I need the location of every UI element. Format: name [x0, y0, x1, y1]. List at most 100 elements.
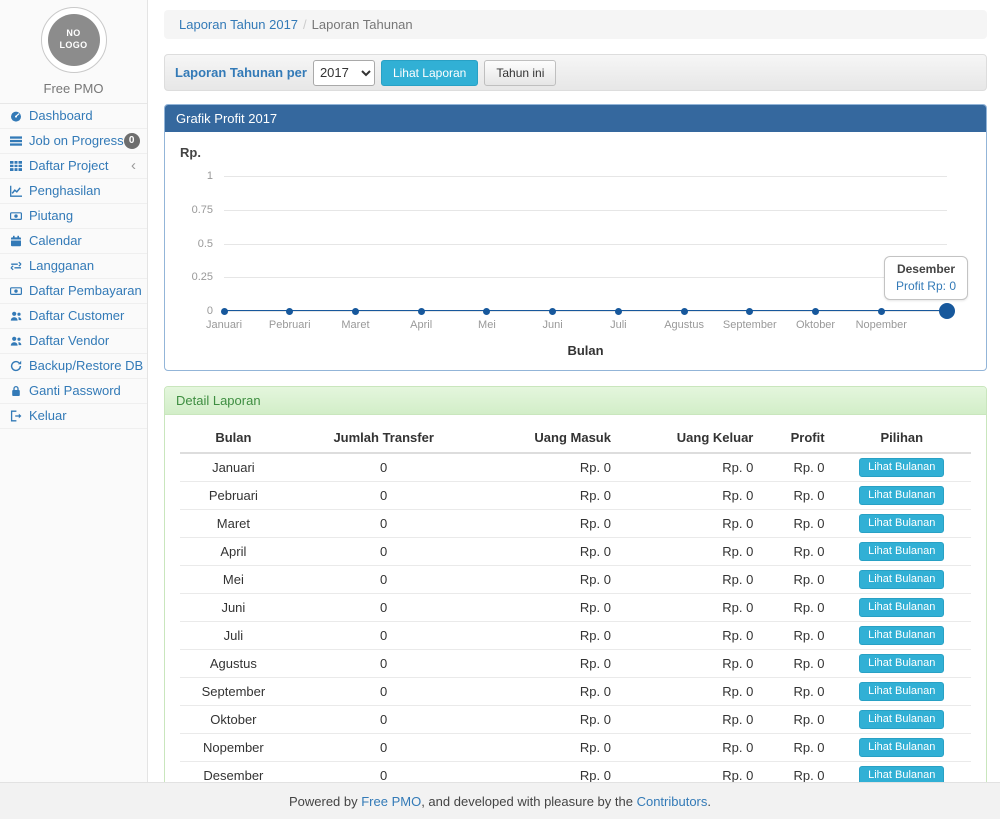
cell-profit: Rp. 0	[761, 622, 832, 650]
this-year-button[interactable]: Tahun ini	[484, 60, 556, 86]
sidebar-item-daftar-project[interactable]: Daftar Project‹	[0, 154, 147, 179]
chart-point-desember[interactable]	[939, 303, 955, 319]
lihat-bulanan-button[interactable]: Lihat Bulanan	[859, 570, 944, 589]
sidebar-item-daftar-customer[interactable]: Daftar Customer	[0, 304, 147, 329]
cell-uang-keluar: Rp. 0	[619, 594, 761, 622]
chart-y-tick: 0.75	[173, 204, 213, 216]
lihat-bulanan-button[interactable]: Lihat Bulanan	[859, 654, 944, 673]
cell-uang-masuk: Rp. 0	[481, 706, 619, 734]
cell-uang-keluar: Rp. 0	[619, 453, 761, 482]
cell-pilihan: Lihat Bulanan	[833, 482, 971, 510]
sidebar-item-penghasilan[interactable]: Penghasilan	[0, 179, 147, 204]
chart-point-pebruari[interactable]	[286, 308, 293, 315]
lihat-bulanan-button[interactable]: Lihat Bulanan	[859, 710, 944, 729]
report-row-oktober: Oktober0Rp. 0Rp. 0Rp. 0Lihat Bulanan	[180, 706, 971, 734]
cell-uang-masuk: Rp. 0	[481, 594, 619, 622]
chart-x-tick: Maret	[341, 319, 369, 331]
detail-panel-title: Detail Laporan	[165, 387, 986, 415]
brand: NO LOGO Free PMO	[0, 0, 147, 96]
money-icon	[10, 285, 24, 297]
cell-pilihan: Lihat Bulanan	[833, 650, 971, 678]
lihat-bulanan-button[interactable]: Lihat Bulanan	[859, 738, 944, 757]
footer-link-freepmo[interactable]: Free PMO	[361, 794, 421, 809]
cell-uang-masuk: Rp. 0	[481, 734, 619, 762]
sidebar-item-dashboard[interactable]: Dashboard	[0, 104, 147, 129]
sidebar-item-daftar-pembayaran[interactable]: Daftar Pembayaran	[0, 279, 147, 304]
filter-label: Laporan Tahunan per	[175, 65, 307, 80]
chart-x-tick: Oktober	[796, 319, 835, 331]
chart-plot-area: Desember Profit Rp: 0 10.750.50.250	[224, 176, 947, 311]
cell-pilihan: Lihat Bulanan	[833, 538, 971, 566]
sign-out-icon	[10, 410, 24, 422]
lihat-bulanan-button[interactable]: Lihat Bulanan	[859, 598, 944, 617]
sidebar-item-label: Dashboard	[29, 108, 93, 124]
chart-point-juni[interactable]	[549, 308, 556, 315]
cell-jumlah-transfer: 0	[287, 706, 481, 734]
chart-point-juli[interactable]	[615, 308, 622, 315]
tachometer-icon	[10, 110, 24, 122]
chart-x-tick: Juli	[610, 319, 627, 331]
retweet-icon	[10, 260, 24, 272]
sidebar-item-label: Penghasilan	[29, 183, 101, 199]
sidebar-item-job-on-progress[interactable]: Job on Progress0	[0, 129, 147, 154]
sidebar-item-label: Calendar	[29, 233, 82, 249]
chart-point-mei[interactable]	[483, 308, 490, 315]
sidebar-item-backup-restore-db[interactable]: Backup/Restore DB	[0, 354, 147, 379]
lihat-bulanan-button[interactable]: Lihat Bulanan	[859, 542, 944, 561]
chart-point-maret[interactable]	[352, 308, 359, 315]
lihat-bulanan-button[interactable]: Lihat Bulanan	[859, 486, 944, 505]
column-header-pilihan: Pilihan	[833, 423, 971, 453]
year-select[interactable]: 2017	[313, 60, 375, 86]
sidebar-item-piutang[interactable]: Piutang	[0, 204, 147, 229]
cell-pilihan: Lihat Bulanan	[833, 510, 971, 538]
lihat-bulanan-button[interactable]: Lihat Bulanan	[859, 626, 944, 645]
lihat-bulanan-button[interactable]: Lihat Bulanan	[859, 682, 944, 701]
footer-link-contributors[interactable]: Contributors	[637, 794, 708, 809]
cell-bulan: Januari	[180, 453, 287, 482]
report-row-agustus: Agustus0Rp. 0Rp. 0Rp. 0Lihat Bulanan	[180, 650, 971, 678]
lihat-bulanan-button[interactable]: Lihat Bulanan	[859, 514, 944, 533]
money-icon	[10, 210, 24, 222]
chart-y-tick: 0.25	[173, 271, 213, 283]
chart-point-nopember[interactable]	[878, 308, 885, 315]
sidebar-item-ganti-password[interactable]: Ganti Password	[0, 379, 147, 404]
view-report-button[interactable]: Lihat Laporan	[381, 60, 478, 86]
sidebar-item-keluar[interactable]: Keluar	[0, 404, 147, 429]
chart-point-september[interactable]	[746, 308, 753, 315]
sidebar-item-label: Langganan	[29, 258, 94, 274]
column-header-profit: Profit	[761, 423, 832, 453]
chart-point-agustus[interactable]	[681, 308, 688, 315]
chart-gridline	[224, 244, 947, 245]
table-icon	[10, 160, 24, 172]
cell-uang-masuk: Rp. 0	[481, 510, 619, 538]
cell-pilihan: Lihat Bulanan	[833, 678, 971, 706]
sidebar-item-label: Job on Progress	[29, 133, 124, 149]
chart-x-tick: Juni	[543, 319, 563, 331]
cell-jumlah-transfer: 0	[287, 622, 481, 650]
cell-profit: Rp. 0	[761, 453, 832, 482]
lihat-bulanan-button[interactable]: Lihat Bulanan	[859, 458, 944, 477]
progress-count-badge: 0	[124, 133, 140, 149]
sidebar-item-langganan[interactable]: Langganan	[0, 254, 147, 279]
main-content: Laporan Tahun 2017/Laporan Tahunan Lapor…	[149, 0, 1000, 782]
tooltip-value: Profit Rp: 0	[896, 279, 956, 293]
sidebar-item-calendar[interactable]: Calendar	[0, 229, 147, 254]
cell-bulan: Juni	[180, 594, 287, 622]
chart-point-oktober[interactable]	[812, 308, 819, 315]
cell-jumlah-transfer: 0	[287, 594, 481, 622]
chart-x-tick: Agustus	[664, 319, 704, 331]
cell-profit: Rp. 0	[761, 650, 832, 678]
tooltip-month: Desember	[896, 262, 956, 276]
report-row-maret: Maret0Rp. 0Rp. 0Rp. 0Lihat Bulanan	[180, 510, 971, 538]
chart-point-januari[interactable]	[221, 308, 228, 315]
cell-bulan: Maret	[180, 510, 287, 538]
chart-y-tick: 0	[173, 305, 213, 317]
breadcrumb-link-laporan-tahun[interactable]: Laporan Tahun 2017	[179, 17, 298, 32]
profit-line-chart: Rp. Desember Profit Rp: 0 10.750.50.250 …	[165, 132, 986, 370]
cell-uang-masuk: Rp. 0	[481, 566, 619, 594]
sidebar-item-daftar-vendor[interactable]: Daftar Vendor	[0, 329, 147, 354]
report-row-juni: Juni0Rp. 0Rp. 0Rp. 0Lihat Bulanan	[180, 594, 971, 622]
chart-x-tick: April	[410, 319, 432, 331]
cell-profit: Rp. 0	[761, 734, 832, 762]
chart-point-april[interactable]	[418, 308, 425, 315]
